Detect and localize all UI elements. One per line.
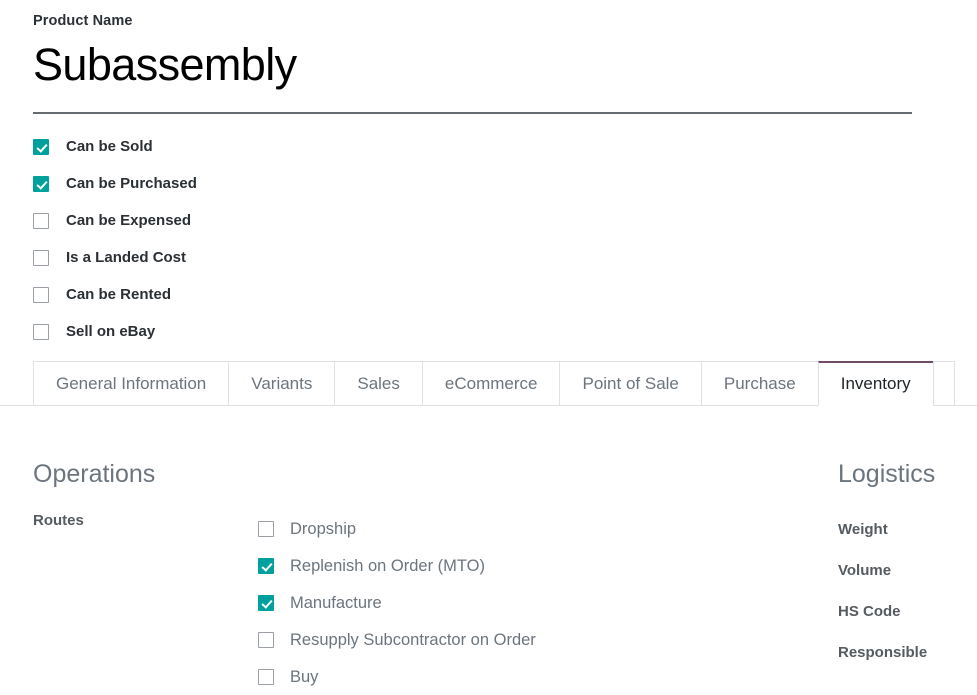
logistics-field-responsible: Responsible [838,632,977,673]
tab-label-general-information: General Information [56,373,206,395]
checkbox-can-be-purchased[interactable] [33,176,49,192]
product-form-page: Product Name Subassembly Can be Sold Can… [0,0,977,688]
tab-sales[interactable]: Sales [334,361,422,406]
logistics-label-volume: Volume [838,560,891,582]
logistics-field-volume: Volume [838,550,977,591]
checkbox-route-resupply-subcontractor-on-order[interactable] [258,632,274,648]
route-label-buy: Buy [290,666,318,688]
notebook-tabs: General Information Variants Sales eComm… [0,361,977,406]
flag-label-can-be-purchased: Can be Purchased [66,174,197,194]
logistics-field-hs-code: HS Code [838,591,977,632]
flag-row-is-a-landed-cost[interactable]: Is a Landed Cost [33,239,197,276]
route-row-dropship[interactable]: Dropship [258,510,633,547]
product-name-input[interactable]: Subassembly [33,36,912,94]
flag-label-can-be-expensed: Can be Expensed [66,211,191,231]
flag-row-sell-on-ebay[interactable]: Sell on eBay [33,313,197,350]
tab-purchase[interactable]: Purchase [701,361,818,406]
checkbox-is-a-landed-cost[interactable] [33,250,49,266]
flag-row-can-be-sold[interactable]: Can be Sold [33,128,197,165]
flag-label-is-a-landed-cost: Is a Landed Cost [66,248,186,268]
checkbox-route-replenish-on-order-mto[interactable] [258,558,274,574]
checkbox-can-be-rented[interactable] [33,287,49,303]
checkbox-sell-on-ebay[interactable] [33,324,49,340]
logistics-field-weight: Weight [838,509,977,550]
tab-variants[interactable]: Variants [228,361,334,406]
logistics-label-responsible: Responsible [838,642,927,664]
route-row-buy[interactable]: Buy [258,658,633,695]
route-row-resupply-subcontractor-on-order[interactable]: Resupply Subcontractor on Order [258,621,633,658]
routes-field: Routes Dropship Replenish on Order (MTO)… [33,510,633,695]
title-divider [33,112,912,114]
tab-label-purchase: Purchase [724,373,796,395]
checkbox-route-dropship[interactable] [258,521,274,537]
route-row-replenish-on-order-mto[interactable]: Replenish on Order (MTO) [258,547,633,584]
tab-label-point-of-sale: Point of Sale [582,373,678,395]
product-header: Product Name Subassembly [33,12,912,94]
routes-label: Routes [33,510,84,532]
route-row-manufacture[interactable]: Manufacture [258,584,633,621]
checkbox-route-buy[interactable] [258,669,274,685]
tab-general-information[interactable]: General Information [33,361,228,406]
tab-label-ecommerce: eCommerce [445,373,538,395]
tab-inventory[interactable]: Inventory [818,361,933,406]
route-label-resupply-subcontractor-on-order: Resupply Subcontractor on Order [290,629,536,651]
flag-label-can-be-rented: Can be Rented [66,285,171,305]
logistics-label-weight: Weight [838,519,888,541]
operations-group: Operations Routes Dropship Replenish on … [33,458,633,695]
flag-label-can-be-sold: Can be Sold [66,137,153,157]
tab-label-inventory: Inventory [841,373,911,395]
routes-options-list: Dropship Replenish on Order (MTO) Manufa… [258,510,633,695]
logistics-heading: Logistics [838,458,977,490]
route-label-replenish-on-order-mto: Replenish on Order (MTO) [290,555,485,577]
tab-label-variants: Variants [251,373,312,395]
product-flags-list: Can be Sold Can be Purchased Can be Expe… [33,128,197,350]
flag-row-can-be-expensed[interactable]: Can be Expensed [33,202,197,239]
checkbox-can-be-expensed[interactable] [33,213,49,229]
flag-row-can-be-purchased[interactable]: Can be Purchased [33,165,197,202]
route-label-manufacture: Manufacture [290,592,382,614]
tab-overflow-next[interactable] [933,361,955,406]
flag-row-can-be-rented[interactable]: Can be Rented [33,276,197,313]
checkbox-route-manufacture[interactable] [258,595,274,611]
route-label-dropship: Dropship [290,518,356,540]
tab-label-sales: Sales [357,373,400,395]
flag-label-sell-on-ebay: Sell on eBay [66,322,155,342]
logistics-group: Logistics Weight Volume HS Code Responsi… [838,458,977,673]
checkbox-can-be-sold[interactable] [33,139,49,155]
tab-point-of-sale[interactable]: Point of Sale [559,361,700,406]
product-name-label: Product Name [33,12,912,30]
operations-heading: Operations [33,458,633,490]
tab-ecommerce[interactable]: eCommerce [422,361,560,406]
logistics-label-hs-code: HS Code [838,601,901,623]
